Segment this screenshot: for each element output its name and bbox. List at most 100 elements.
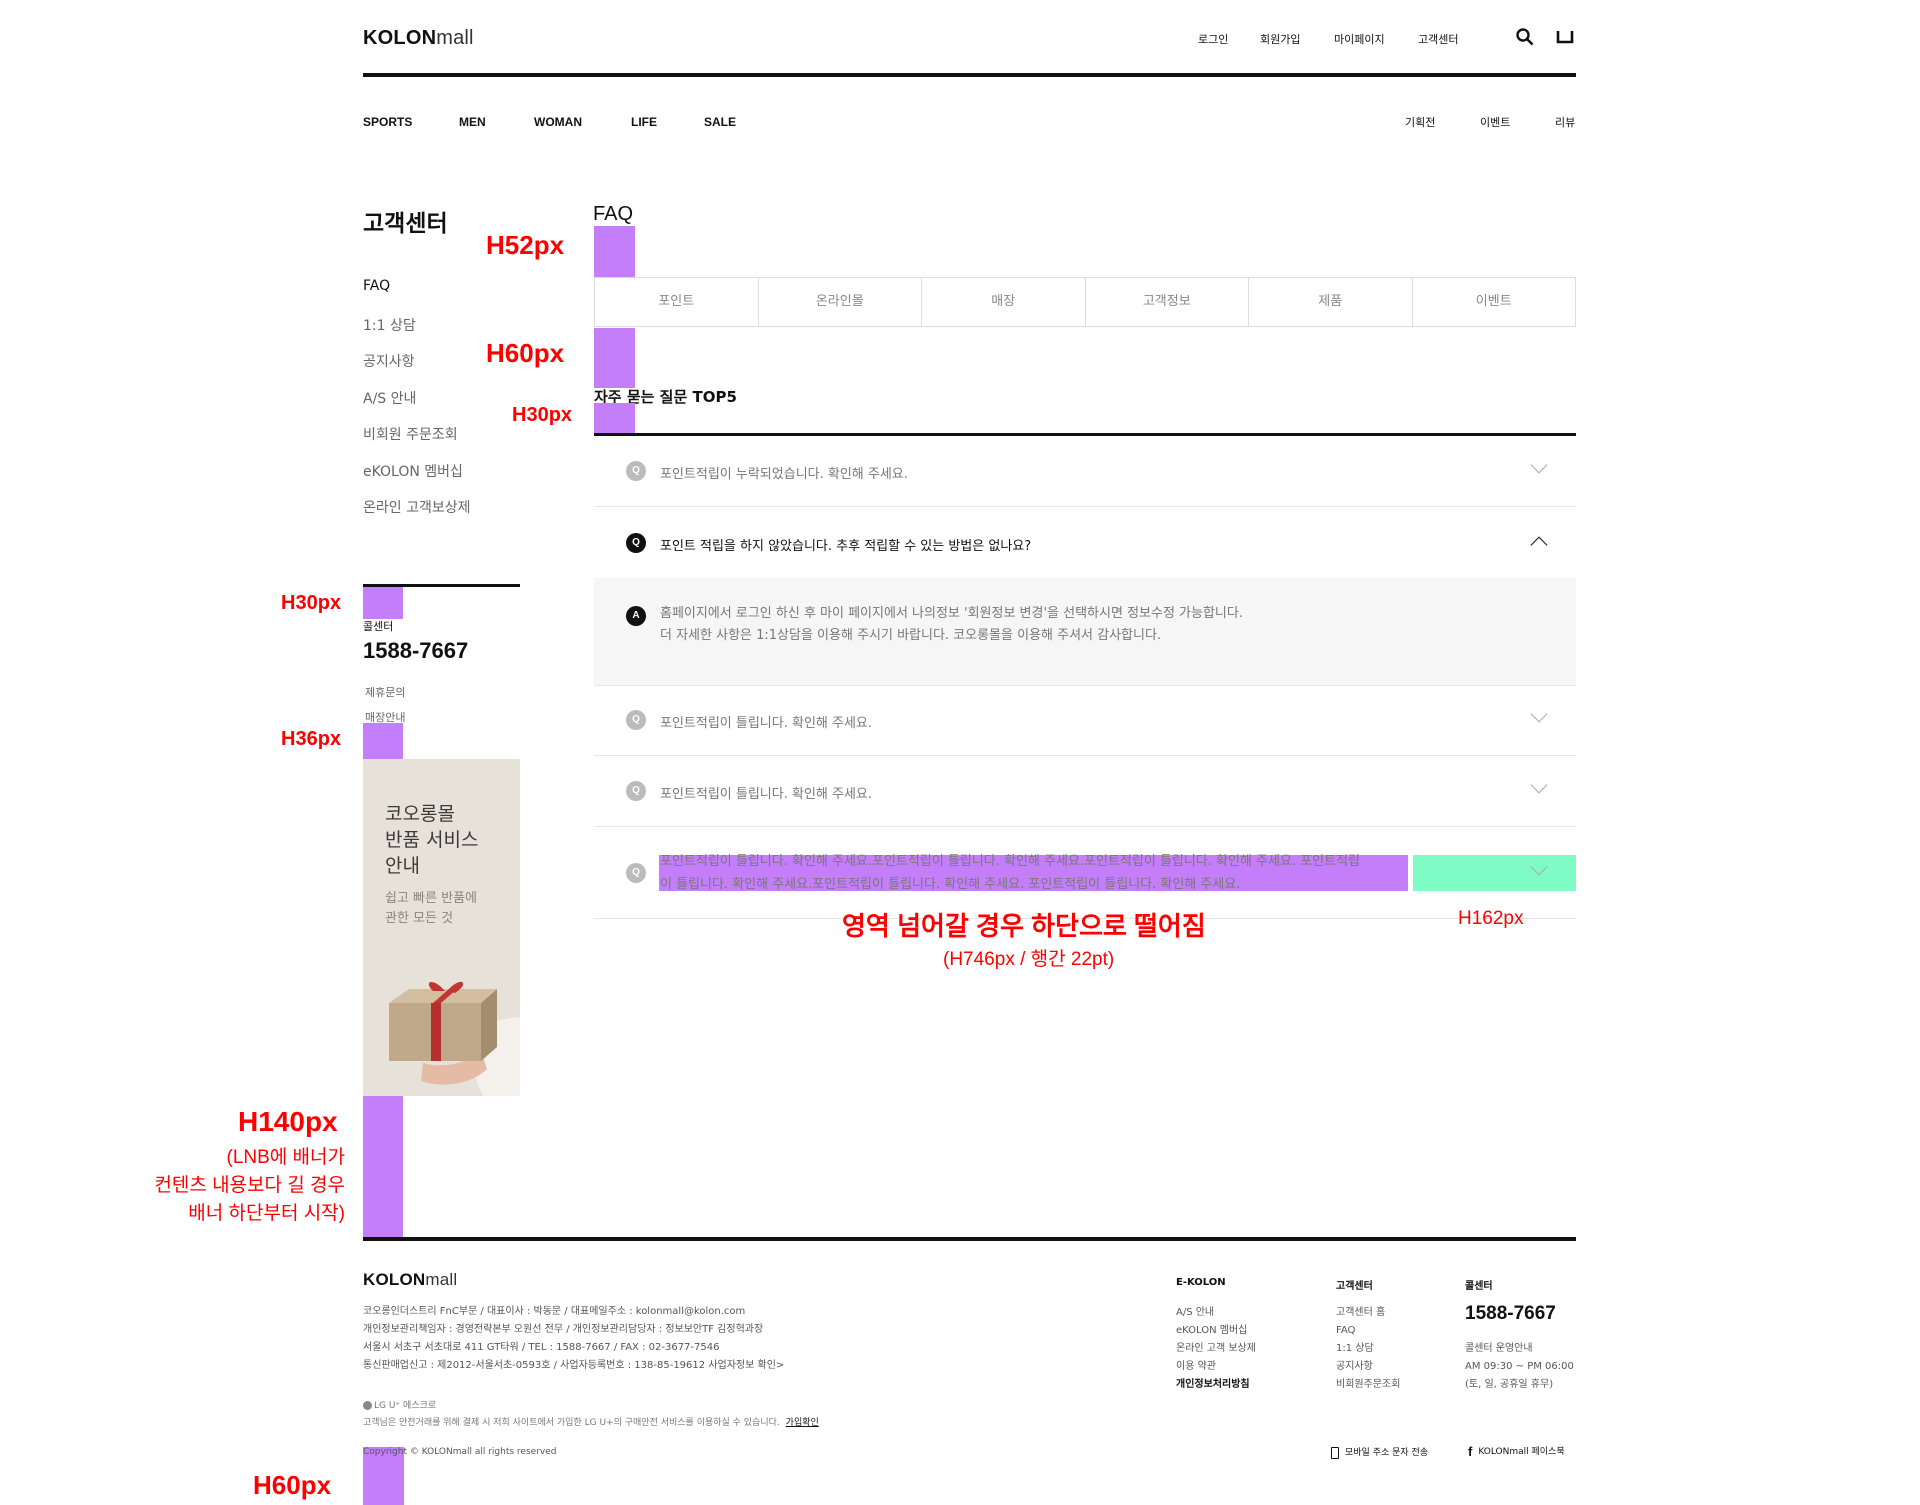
footer-col3: 콜센터 운영안내 AM 09:30 ~ PM 06:00 (토, 일, 공휴일 … bbox=[1465, 1340, 1574, 1394]
tab-point[interactable]: 포인트 bbox=[595, 278, 759, 326]
gnb-sale[interactable]: SALE bbox=[704, 115, 736, 129]
faq-row-1[interactable]: Q 포인트적립이 누락되었습니다. 확인해 주세요. bbox=[594, 436, 1576, 506]
q-badge: Q bbox=[626, 863, 646, 883]
question-text: 포인트적립이 누락되었습니다. 확인해 주세요. bbox=[660, 467, 908, 482]
footer-logo-light: mall bbox=[425, 1270, 458, 1289]
callcenter-phone: 1588-7667 bbox=[363, 638, 469, 663]
chevron-down-icon bbox=[1530, 776, 1548, 794]
faq-tabs: 포인트 온라인몰 매장 고객정보 제품 이벤트 bbox=[594, 277, 1576, 327]
banner-title-line3: 안내 bbox=[385, 855, 420, 877]
faq-row-4[interactable]: Q 포인트적립이 틀립니다. 확인해 주세요. bbox=[594, 756, 1576, 826]
footer-link-privacy[interactable]: 개인정보처리방침 bbox=[1176, 1376, 1256, 1394]
annotation-h30a: H30px bbox=[512, 404, 573, 426]
footer-link-membership[interactable]: eKOLON 멤버십 bbox=[1176, 1322, 1256, 1340]
escrow-check-link[interactable]: 가입확인 bbox=[786, 1418, 819, 1428]
answer-text-line1: 홈페이지에서 로그인 하신 후 마이 페이지에서 나의정보 '회원정보 변경'을… bbox=[660, 606, 1243, 621]
lgu-logo-icon bbox=[363, 1401, 372, 1410]
question-text: 포인트적립이 틀립니다. 확인해 주세요. bbox=[660, 716, 873, 731]
logo-bold: KOLON bbox=[363, 27, 437, 49]
note-line2: 컨텐츠 내용보다 길 경우 bbox=[154, 1175, 345, 1196]
footer-divider bbox=[363, 1237, 1576, 1241]
annotation-h162: H162px bbox=[1458, 908, 1524, 929]
lnb-item-1on1[interactable]: 1:1 상담 bbox=[363, 315, 416, 335]
lnb-item-notice[interactable]: 공지사항 bbox=[363, 351, 415, 371]
footer-link-as[interactable]: A/S 안내 bbox=[1176, 1304, 1256, 1322]
lnb-title: 고객센터 bbox=[363, 211, 448, 237]
footer-link-1on1[interactable]: 1:1 상담 bbox=[1336, 1340, 1400, 1358]
lnb-item-compensation[interactable]: 온라인 고객보상제 bbox=[363, 497, 471, 517]
tab-store[interactable]: 매장 bbox=[922, 278, 1086, 326]
faq-title: FAQ bbox=[593, 203, 634, 225]
footer-logo-bold: KOLON bbox=[363, 1270, 426, 1289]
customer-center-link[interactable]: 고객센터 bbox=[1418, 31, 1458, 47]
gnb-sports[interactable]: SPORTS bbox=[363, 115, 412, 129]
banner-title-line2: 반품 서비스 bbox=[385, 829, 479, 851]
footer-link-compensation[interactable]: 온라인 고객 보상제 bbox=[1176, 1340, 1256, 1358]
callcenter-label: 콜센터 bbox=[363, 620, 394, 633]
footer-col1-head: E-KOLON bbox=[1176, 1277, 1226, 1288]
facebook-icon: f bbox=[1468, 1444, 1473, 1459]
q-badge: Q bbox=[626, 533, 646, 553]
login-link[interactable]: 로그인 bbox=[1198, 31, 1228, 47]
tab-product[interactable]: 제품 bbox=[1249, 278, 1413, 326]
info-line1: 코오롱인더스트리 FnC부문 / 대표이사 : 박동문 / 대표메일주소 : k… bbox=[363, 1306, 746, 1317]
tab-customer-info[interactable]: 고객정보 bbox=[1086, 278, 1249, 326]
gnb-event[interactable]: 이벤트 bbox=[1480, 114, 1510, 130]
question-text: 포인트 적립을 하지 않았습니다. 추후 적립할 수 있는 방법은 없나요? bbox=[660, 539, 1032, 554]
gnb-woman[interactable]: WOMAN bbox=[534, 115, 582, 129]
join-link[interactable]: 회원가입 bbox=[1260, 31, 1300, 47]
return-service-banner[interactable]: 코오롱몰 반품 서비스 안내 쉽고 빠른 반품에 관한 모든 것 bbox=[363, 759, 520, 1096]
cart-icon[interactable] bbox=[1556, 30, 1574, 44]
logo-light: mall bbox=[436, 27, 474, 49]
footer-link-guest-order[interactable]: 비회원주문조회 bbox=[1336, 1376, 1400, 1394]
question-text: 포인트적립이 틀립니다. 확인해 주세요. bbox=[660, 787, 873, 802]
footer-hours-label: 콜센터 운영안내 bbox=[1465, 1343, 1533, 1354]
lnb-item-guest-order[interactable]: 비회원 주문조회 bbox=[363, 424, 458, 444]
footer-link-notice[interactable]: 공지사항 bbox=[1336, 1358, 1400, 1376]
info-line4[interactable]: 통신판매업신고 : 제2012-서울서초-0593호 / 사업자등록번호 : 1… bbox=[363, 1357, 784, 1375]
note-line3: 배너 하단부터 시작) bbox=[188, 1203, 345, 1224]
spec-block-h30b bbox=[363, 587, 403, 619]
tab-event[interactable]: 이벤트 bbox=[1413, 278, 1576, 326]
lnb-item-membership[interactable]: eKOLON 멤버십 bbox=[363, 461, 463, 481]
spec-block-h36 bbox=[363, 723, 403, 759]
faq-row-3[interactable]: Q 포인트적립이 틀립니다. 확인해 주세요. bbox=[594, 686, 1576, 756]
tab-online-mall[interactable]: 온라인몰 bbox=[759, 278, 922, 326]
annotation-h140: H140px bbox=[238, 1106, 338, 1137]
lnb-item-faq[interactable]: FAQ bbox=[363, 278, 390, 294]
footer-col1: A/S 안내 eKOLON 멤버십 온라인 고객 보상제 이용 약관 개인정보처… bbox=[1176, 1304, 1256, 1394]
facebook-link[interactable]: f KOLONmall 페이스북 bbox=[1468, 1444, 1565, 1459]
partnership-link[interactable]: 제휴문의 bbox=[365, 684, 405, 700]
gnb-life[interactable]: LIFE bbox=[631, 115, 657, 129]
q-badge: Q bbox=[626, 461, 646, 481]
footer-link-cs-home[interactable]: 고객센터 홈 bbox=[1336, 1304, 1400, 1322]
footer-link-faq[interactable]: FAQ bbox=[1336, 1322, 1400, 1340]
header-logo[interactable]: KOLONmall bbox=[363, 27, 474, 50]
lgu-label: LG U⁺ 에스크로 bbox=[374, 1401, 437, 1411]
lgu-escrow-mark: LG U⁺ 에스크로 bbox=[363, 1398, 436, 1411]
lnb-item-as[interactable]: A/S 안내 bbox=[363, 388, 416, 408]
a-badge: A bbox=[626, 606, 646, 626]
gnb-exhibition[interactable]: 기획전 bbox=[1405, 114, 1435, 130]
banner-title: 코오롱몰 반품 서비스 안내 bbox=[385, 801, 520, 879]
spec-block-h60 bbox=[594, 328, 635, 388]
annotation-overflow-sub: (H746px / 행간 22pt) bbox=[943, 949, 1115, 970]
footer-link-terms[interactable]: 이용 약관 bbox=[1176, 1358, 1256, 1376]
question-text-line2: 이 틀립니다. 확인해 주세요.포인트적립이 틀립니다. 확인해 주세요. 포인… bbox=[660, 877, 1241, 892]
annotation-h36: H36px bbox=[281, 728, 342, 750]
gnb-men[interactable]: MEN bbox=[459, 115, 486, 129]
search-icon[interactable] bbox=[1516, 28, 1534, 46]
mobile-sms-link[interactable]: 모바일 주소 문자 전송 bbox=[1331, 1445, 1428, 1459]
info-line2: 개인정보관리책임자 : 경영전략본부 오원선 전무 / 개인정보관리담당자 : … bbox=[363, 1324, 764, 1335]
banner-subtitle: 쉽고 빠른 반품에 관한 모든 것 bbox=[385, 889, 477, 929]
gnb-review[interactable]: 리뷰 bbox=[1555, 114, 1575, 130]
facebook-label: KOLONmall 페이스북 bbox=[1478, 1447, 1565, 1457]
faq-row-2[interactable]: Q 포인트 적립을 하지 않았습니다. 추후 적립할 수 있는 방법은 없나요? bbox=[594, 507, 1576, 578]
annotation-h140-note: (LNB에 배너가 컨텐츠 내용보다 길 경우 배너 하단부터 시작) bbox=[140, 1144, 345, 1228]
mypage-link[interactable]: 마이페이지 bbox=[1334, 31, 1385, 47]
copyright: Copyright © KOLONmall all rights reserve… bbox=[363, 1447, 557, 1457]
chevron-up-icon bbox=[1530, 536, 1548, 554]
footer-phone: 1588-7667 bbox=[1465, 1303, 1556, 1324]
annotation-h30b: H30px bbox=[281, 592, 342, 614]
q-badge: Q bbox=[626, 781, 646, 801]
